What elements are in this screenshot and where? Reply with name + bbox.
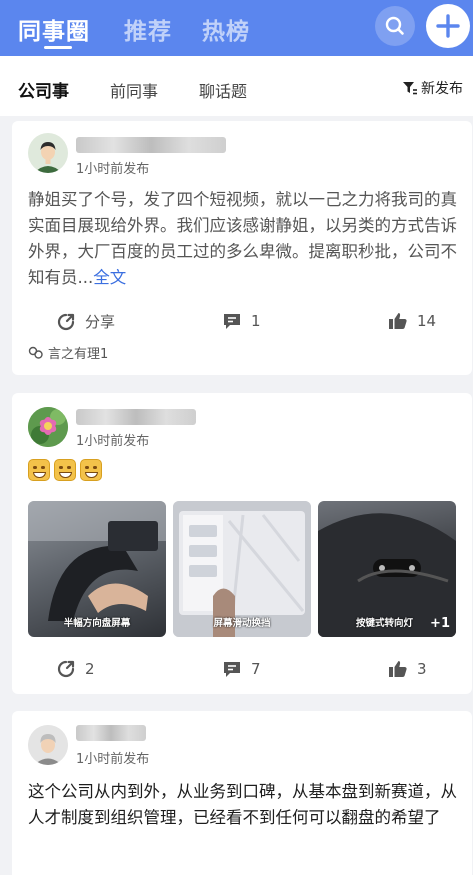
share-label: 分享 xyxy=(85,313,116,331)
filter-sort-icon xyxy=(403,82,417,95)
user-avatar-icon xyxy=(28,725,68,765)
share-button[interactable]: 分享 xyxy=(56,311,115,332)
comment-icon xyxy=(224,662,240,677)
subtab-topics[interactable]: 聊话题 xyxy=(199,78,247,102)
avatar[interactable] xyxy=(28,725,68,765)
post-time: 1小时前发布 xyxy=(76,752,150,767)
search-icon xyxy=(385,16,404,35)
subtab-company[interactable]: 公司事 xyxy=(18,77,69,102)
image-caption: 屏幕滑动换挡 xyxy=(213,618,271,629)
like-button[interactable]: 14 xyxy=(388,311,436,331)
like-count: 14 xyxy=(417,312,437,330)
avatar[interactable] xyxy=(28,407,68,447)
comment-count: 1 xyxy=(251,312,261,330)
new-post-label: 新发布 xyxy=(421,81,463,97)
comment-button[interactable]: 7 xyxy=(222,659,261,679)
share-count: 2 xyxy=(85,660,95,678)
reply-chain-icon xyxy=(28,346,43,359)
share-icon xyxy=(57,660,75,678)
share-icon xyxy=(57,313,75,330)
comment-count: 7 xyxy=(251,660,261,678)
tab-colleague-circle[interactable]: 同事圈 xyxy=(18,12,90,46)
post-image[interactable]: 半幅方向盘屏幕 xyxy=(28,501,166,637)
full-text-link[interactable]: 全文 xyxy=(93,268,126,287)
add-post-button[interactable] xyxy=(426,4,470,48)
grin-emoji-icon xyxy=(54,459,76,481)
active-tab-indicator xyxy=(44,46,72,49)
grin-emoji-icon xyxy=(80,459,102,481)
grin-emoji-icon xyxy=(28,459,50,481)
top-comment-text: 言之有理1 xyxy=(48,347,109,362)
author-name-blurred[interactable] xyxy=(76,409,196,425)
post-time: 1小时前发布 xyxy=(76,162,150,177)
more-images-count: +1 xyxy=(430,616,450,631)
user-avatar-icon xyxy=(28,133,68,173)
image-caption: 半幅方向盘屏幕 xyxy=(63,618,131,629)
author-name-blurred[interactable] xyxy=(76,137,226,153)
top-nav-bar: 同事圈 推荐 热榜 xyxy=(0,0,473,56)
like-count: 3 xyxy=(417,660,427,678)
post-card[interactable]: 1小时前发布 半幅方向盘屏幕 屏幕滑动换挡 按键式转向灯 +1 2 7 3 xyxy=(12,393,472,694)
like-button[interactable]: 3 xyxy=(388,659,427,679)
sub-tab-bar: 公司事 前同事 聊话题 新发布 xyxy=(0,56,473,116)
thumbs-up-icon xyxy=(389,661,407,677)
share-button[interactable]: 2 xyxy=(56,659,95,679)
post-card[interactable]: 1小时前发布 这个公司从内到外，从业务到口碑，从基本盘到新赛道，从人才制度到组织… xyxy=(12,711,472,875)
post-card[interactable]: 1小时前发布 静姐买了个号，发了四个短视频，就以一己之力将我司的真实面目展现给外… xyxy=(12,121,472,375)
tab-recommend[interactable]: 推荐 xyxy=(124,12,172,46)
avatar[interactable] xyxy=(28,133,68,173)
plus-icon xyxy=(436,14,460,38)
post-text[interactable]: 静姐买了个号，发了四个短视频，就以一己之力将我司的真实面目展现给外界。我们应该感… xyxy=(28,187,460,291)
post-image[interactable]: 屏幕滑动换挡 xyxy=(173,501,311,637)
sort-new-button[interactable]: 新发布 xyxy=(402,78,463,98)
flower-avatar-icon xyxy=(28,407,68,447)
post-text[interactable]: 这个公司从内到外，从业务到口碑，从基本盘到新赛道，从人才制度到组织管理，已经看不… xyxy=(28,779,460,831)
thumbs-up-icon xyxy=(389,313,407,329)
comment-button[interactable]: 1 xyxy=(222,311,261,331)
post-image[interactable]: 按键式转向灯 +1 xyxy=(318,501,456,637)
top-comment-row[interactable]: 言之有理1 xyxy=(28,343,108,362)
subtab-former-colleagues[interactable]: 前同事 xyxy=(110,78,158,102)
tab-hot-list[interactable]: 热榜 xyxy=(202,12,250,46)
author-name-blurred[interactable] xyxy=(76,725,146,741)
post-time: 1小时前发布 xyxy=(76,434,150,449)
search-button[interactable] xyxy=(375,6,415,46)
comment-icon xyxy=(224,314,240,329)
